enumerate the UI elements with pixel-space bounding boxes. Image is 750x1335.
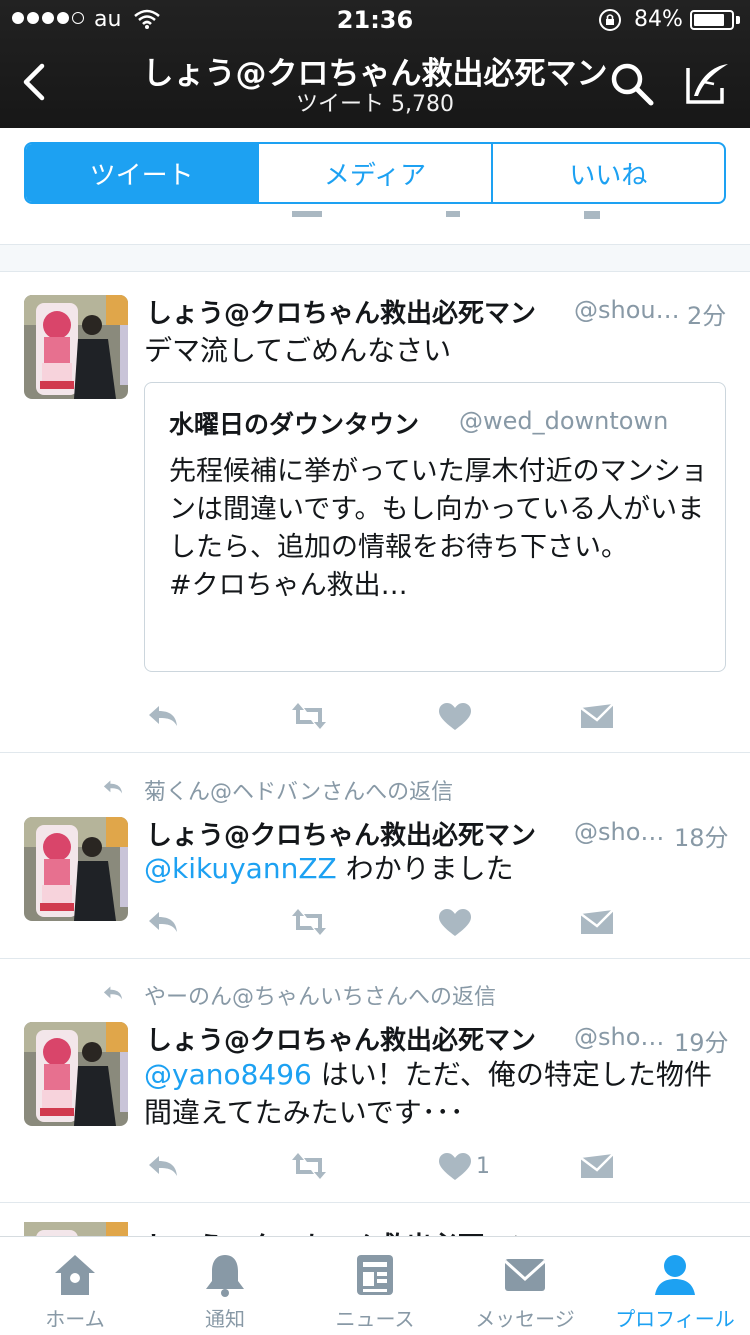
retweet-icon[interactable] <box>289 906 329 938</box>
tweet-text: @yano8496 はい！ただ、俺の特定した物件間違えてたみたいです･･･ <box>144 1058 712 1129</box>
direct-message-icon[interactable] <box>577 1150 617 1182</box>
mention-link[interactable]: @kikuyannZZ <box>144 852 337 885</box>
envelope-icon <box>503 1259 547 1291</box>
quoted-author-name: 水曜日のダウンタウン <box>169 410 420 439</box>
tweet-author-handle: @sho… <box>574 1023 665 1051</box>
tweet-text: デマ流してごめんなさい <box>144 334 452 367</box>
battery-percentage: 84% <box>634 7 683 32</box>
tab-label: メッセージ <box>475 1307 575 1331</box>
next-tweet-partial: しょう@クロちゃん救出必死マン <box>0 1222 750 1236</box>
tab-likes[interactable]: いいね <box>490 144 724 202</box>
reply-icon[interactable] <box>143 700 183 732</box>
tweet-timestamp: 18分 <box>674 824 729 852</box>
status-bar: au 21:36 84% <box>0 0 750 40</box>
compose-tweet-icon[interactable] <box>682 58 732 108</box>
tab-label: 通知 <box>205 1307 245 1331</box>
like-icon[interactable] <box>435 906 475 938</box>
tab-label: ニュース <box>335 1307 415 1331</box>
tab-label: プロフィール <box>615 1307 735 1331</box>
tweet-author-name[interactable]: しょう@クロちゃん救出必死マン <box>146 815 536 852</box>
tweet-text: @kikuyannZZ わかりました <box>144 852 514 885</box>
bell-icon <box>206 1255 244 1297</box>
tweet-separator <box>0 958 750 959</box>
navigation-header: au 21:36 84% しょう@クロちゃん救出必死マン ツイート 5,780 <box>0 0 750 128</box>
tweet-author-name[interactable]: しょう@クロちゃん救出必死マン <box>146 293 536 330</box>
like-count: 1 <box>476 1154 490 1179</box>
battery-icon <box>690 10 734 30</box>
avatar[interactable] <box>24 295 128 399</box>
reply-icon[interactable] <box>143 906 183 938</box>
quoted-author-handle: @wed_downtown <box>459 407 669 435</box>
battery-tip <box>736 16 740 24</box>
direct-message-icon[interactable] <box>577 906 617 938</box>
tab-profile[interactable]: プロフィール <box>600 1237 750 1335</box>
retweet-icon[interactable] <box>289 700 329 732</box>
tab-messages[interactable]: メッセージ <box>450 1237 600 1335</box>
tweet-author-handle: @sho… <box>574 818 665 846</box>
quoted-tweet-text: 先程候補に挙がっていた厚木付近のマンションは間違いです。もし向かっている人がいま… <box>169 456 708 601</box>
tweet-timestamp: 19分 <box>674 1029 729 1057</box>
bottom-tab-bar: ホーム 通知 ニュース メッセージ プロフィール <box>0 1236 750 1335</box>
tab-home[interactable]: ホーム <box>0 1237 150 1335</box>
quoted-tweet-card[interactable]: 水曜日のダウンタウン @wed_downtown 先程候補に挙がっていた厚木付近… <box>144 382 726 672</box>
mention-link[interactable]: @yano8496 <box>144 1058 312 1091</box>
news-icon <box>357 1255 393 1295</box>
tweet-author-name: しょう@クロちゃん救出必死マン <box>146 1226 536 1236</box>
reply-context[interactable]: やーのん@ちゃんいちさんへの返信 <box>144 979 496 1011</box>
like-icon[interactable] <box>435 1150 475 1182</box>
reply-context-icon <box>103 986 123 1000</box>
avatar[interactable] <box>24 1022 128 1126</box>
tab-notifications[interactable]: 通知 <box>150 1237 300 1335</box>
retweet-icon[interactable] <box>289 1150 329 1182</box>
section-divider <box>0 244 750 272</box>
direct-message-icon[interactable] <box>577 700 617 732</box>
reply-icon[interactable] <box>143 1150 183 1182</box>
avatar <box>24 1222 128 1236</box>
tweet-separator <box>0 752 750 753</box>
avatar[interactable] <box>24 817 128 921</box>
reply-context[interactable]: 菊くん@ヘドバンさんへの返信 <box>144 774 453 806</box>
tweet-author-name[interactable]: しょう@クロちゃん救出必死マン <box>146 1020 536 1057</box>
tab-news[interactable]: ニュース <box>300 1237 450 1335</box>
tab-media[interactable]: メディア <box>257 144 490 202</box>
like-icon[interactable] <box>435 700 475 732</box>
previous-tweet-actions-partial <box>0 210 750 224</box>
profile-segmented-control: ツイート メディア いいね <box>24 142 726 204</box>
search-icon[interactable] <box>608 60 656 108</box>
tab-label: ホーム <box>45 1307 105 1331</box>
rotation-lock-icon <box>599 9 621 31</box>
tweet-timestamp: 2分 <box>687 302 727 330</box>
home-icon <box>55 1255 95 1295</box>
tweet-separator <box>0 1202 750 1203</box>
reply-context-icon <box>103 780 123 794</box>
profile-icon <box>655 1255 695 1295</box>
tweet-author-handle: @shou… <box>574 296 680 324</box>
tab-tweets[interactable]: ツイート <box>26 144 258 202</box>
